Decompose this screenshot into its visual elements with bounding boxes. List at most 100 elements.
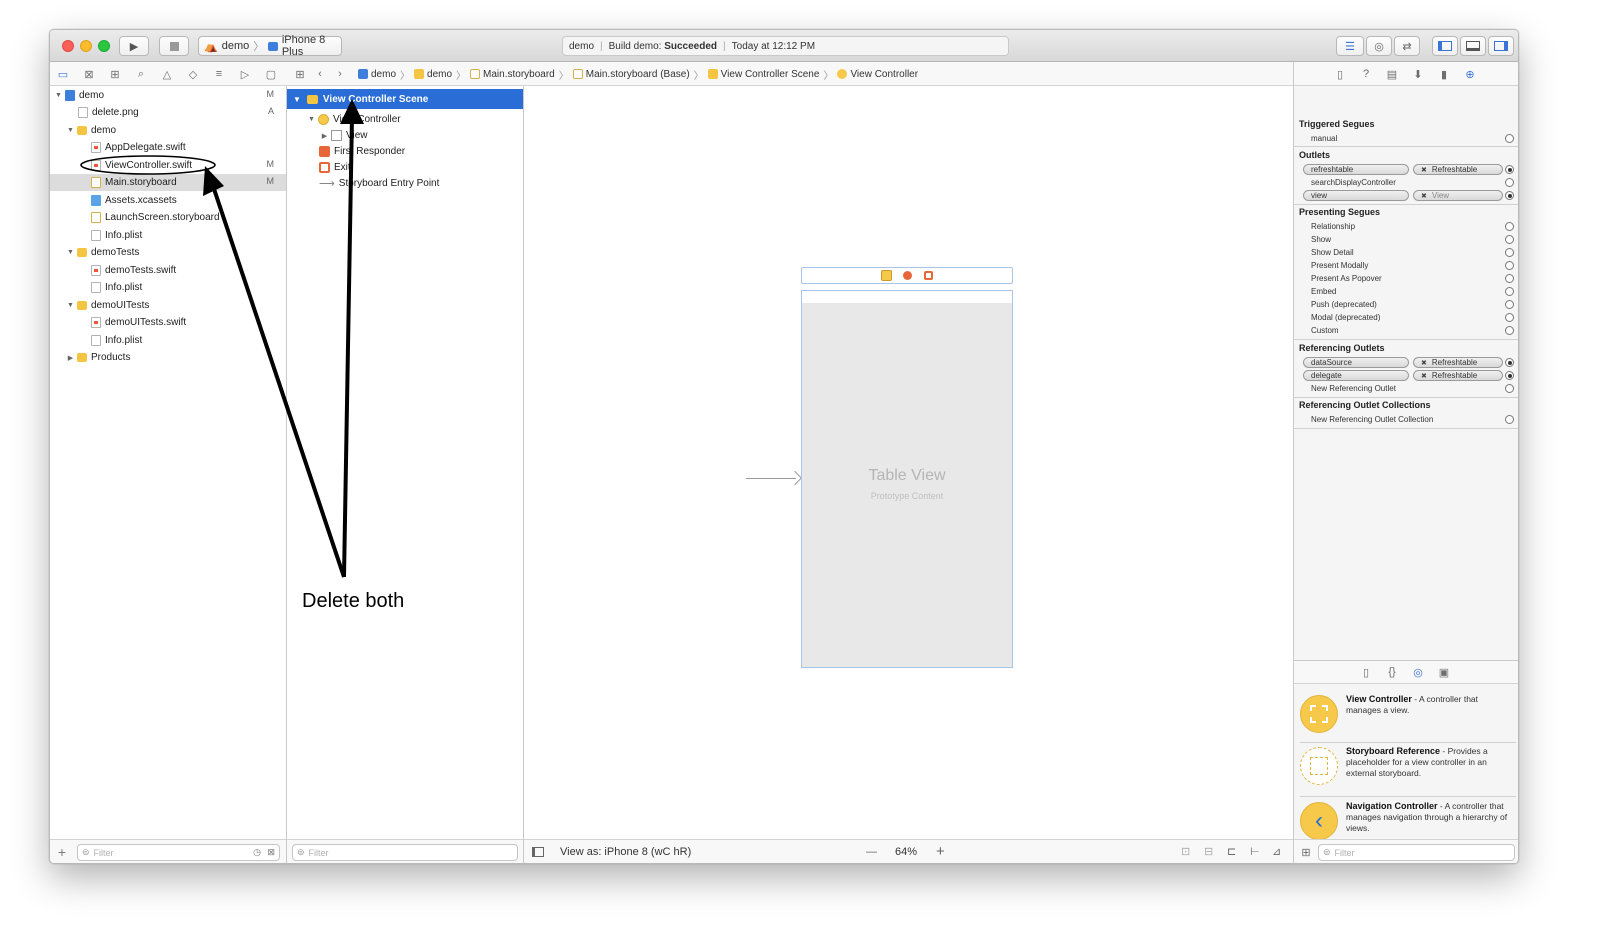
breakpoint-icon[interactable]: ▷ (238, 67, 252, 81)
tree-row-project[interactable]: ▼ demo (54, 87, 104, 104)
tree-row-file[interactable]: demoTests.swift (91, 262, 176, 279)
folder-navigator-icon[interactable]: ▭ (56, 67, 70, 81)
embed-in-stack-icon[interactable]: ⊟ (1204, 845, 1213, 858)
view-controller-frame[interactable]: Table View Prototype Content (801, 290, 1013, 668)
run-button[interactable]: ▶ (119, 36, 149, 56)
connections-inspector-icon[interactable]: ⊕ (1464, 67, 1476, 81)
connection-circle[interactable] (1505, 222, 1514, 231)
symbol-navigator-icon[interactable]: ⊞ (108, 67, 122, 81)
standard-editor-button[interactable]: ☰ (1336, 36, 1364, 56)
remove-connection-icon[interactable]: ✖ (1421, 192, 1427, 200)
zoom-window-button[interactable] (98, 40, 110, 52)
outlet-target-pill[interactable]: ✖ Refreshtable (1413, 164, 1503, 175)
first-responder-icon[interactable] (903, 271, 912, 280)
media-library-icon[interactable]: ▣ (1438, 665, 1450, 679)
breadcrumb-item[interactable]: Main.storyboard 〉 (470, 67, 573, 82)
object-library-icon[interactable]: ◎ (1412, 665, 1424, 679)
assistant-editor-button[interactable]: ◎ (1366, 36, 1392, 56)
referencing-outlet-pill[interactable]: delegate (1303, 370, 1409, 381)
tree-row-group[interactable]: ▼ demoTests (66, 244, 139, 261)
attributes-inspector-icon[interactable]: ⬇ (1412, 67, 1424, 81)
connection-circle[interactable] (1505, 326, 1514, 335)
breadcrumb-item[interactable]: demo 〉 (414, 67, 470, 82)
remove-connection-icon[interactable]: ✖ (1421, 166, 1427, 174)
warning-icon[interactable]: △ (160, 67, 174, 81)
outlet-pill[interactable]: refreshtable (1303, 164, 1409, 175)
align-icon[interactable]: ⊏ (1227, 845, 1236, 858)
connection-circle[interactable] (1505, 313, 1514, 322)
disclosure-open-icon[interactable]: ▼ (307, 116, 316, 123)
toggle-inspector-button[interactable] (1488, 36, 1514, 56)
entry-point-arrow[interactable] (746, 470, 803, 487)
breadcrumb-item[interactable]: View Controller (837, 69, 918, 80)
report-icon[interactable]: ▢ (264, 67, 278, 81)
disclosure-open-icon[interactable]: ▼ (66, 127, 75, 134)
connection-circle[interactable] (1505, 300, 1514, 309)
connection-circle[interactable] (1505, 165, 1514, 174)
remove-connection-icon[interactable]: ✖ (1421, 372, 1427, 380)
toggle-navigator-button[interactable] (1432, 36, 1458, 56)
breadcrumb-item[interactable]: View Controller Scene 〉 (707, 67, 838, 82)
tree-row-file[interactable]: delete.png (78, 104, 139, 121)
connection-circle[interactable] (1505, 191, 1514, 200)
add-icon[interactable]: + (56, 844, 68, 860)
scene-dock[interactable] (801, 267, 1013, 284)
referencing-outlet-pill[interactable]: dataSource (1303, 357, 1409, 368)
connection-circle[interactable] (1505, 384, 1514, 393)
code-snippet-icon[interactable]: {} (1386, 665, 1398, 679)
identity-inspector-icon[interactable]: ▤ (1386, 67, 1398, 81)
library-item[interactable]: View Controller - A controller that mana… (1300, 692, 1516, 740)
outlet-pill[interactable]: view (1303, 190, 1409, 201)
toggle-outline-icon[interactable] (532, 847, 544, 857)
file-inspector-icon[interactable]: ▯ (1334, 67, 1346, 81)
table-view[interactable]: Table View Prototype Content (802, 303, 1012, 667)
outline-item[interactable]: First Responder (319, 143, 405, 160)
tree-row-file[interactable]: Info.plist (91, 332, 142, 349)
connection-circle[interactable] (1505, 261, 1514, 270)
remove-connection-icon[interactable]: ✖ (1421, 359, 1427, 367)
tree-row-file[interactable]: LaunchScreen.storyboard (91, 209, 220, 226)
test-navigator-icon[interactable]: ◇ (186, 67, 200, 81)
disclosure-open-icon[interactable]: ▼ (293, 95, 301, 104)
tree-row-file[interactable]: AppDelegate.swift (91, 139, 186, 156)
minimize-window-button[interactable] (80, 40, 92, 52)
disclosure-closed-icon[interactable]: ▶ (320, 132, 329, 140)
outline-item[interactable]: ▶ View (320, 127, 368, 144)
outline-item[interactable]: ⟶ Storyboard Entry Point (319, 175, 439, 192)
connection-circle[interactable] (1505, 415, 1514, 424)
tree-row-file[interactable]: Info.plist (91, 227, 142, 244)
disclosure-open-icon[interactable]: ▼ (66, 249, 75, 256)
disclosure-open-icon[interactable]: ▼ (54, 92, 63, 99)
grid-view-icon[interactable]: ⊞ (1300, 845, 1312, 859)
file-template-icon[interactable]: ▯ (1360, 665, 1372, 679)
debug-navigator-icon[interactable]: ≡ (212, 67, 226, 81)
add-constraints-icon[interactable]: ⊢ (1250, 845, 1260, 858)
size-inspector-icon[interactable]: ▮ (1438, 67, 1450, 81)
connection-circle[interactable] (1505, 178, 1514, 187)
recent-files-icon[interactable]: ◷ (253, 847, 261, 858)
connection-circle[interactable] (1505, 134, 1514, 143)
tree-row-file[interactable]: ViewController.swift (91, 157, 192, 174)
connection-circle[interactable] (1505, 371, 1514, 380)
source-control-icon[interactable]: ⊠ (82, 67, 96, 81)
navigator-filter-input[interactable]: ⊜ Filter ◷ ⊠ (77, 844, 280, 861)
tree-row-group[interactable]: ▶ Products (66, 349, 131, 366)
disclosure-closed-icon[interactable]: ▶ (66, 354, 75, 362)
scheme-selector[interactable]: ⛺ demo 〉 iPhone 8 Plus (198, 34, 342, 58)
connection-circle[interactable] (1505, 287, 1514, 296)
connection-circle[interactable] (1505, 235, 1514, 244)
outline-scene-row[interactable]: ▼ View Controller Scene (287, 89, 523, 109)
tree-row-file-selected[interactable]: Main.storyboard (91, 174, 177, 191)
zoom-in-button[interactable]: + (936, 843, 945, 860)
connection-circle[interactable] (1505, 358, 1514, 367)
view-as-label[interactable]: View as: iPhone 8 (wC hR) (560, 846, 691, 858)
stop-button[interactable] (159, 36, 189, 56)
disclosure-open-icon[interactable]: ▼ (66, 302, 75, 309)
outline-filter-input[interactable]: ⊜ Filter (292, 844, 518, 861)
breadcrumb-item[interactable]: Main.storyboard (Base) 〉 (572, 67, 708, 82)
related-items-icon[interactable]: ⊞ (293, 67, 307, 81)
close-window-button[interactable] (62, 40, 74, 52)
tree-row-group[interactable]: ▼ demoUITests (66, 297, 149, 314)
outline-item[interactable]: Exit (319, 159, 351, 176)
forward-icon[interactable]: › (334, 67, 346, 81)
